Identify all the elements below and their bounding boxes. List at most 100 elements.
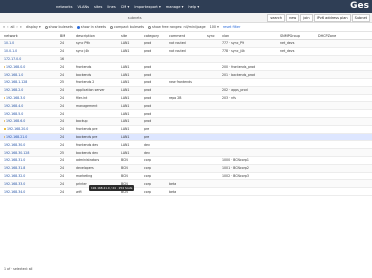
new-button[interactable]: new (286, 13, 300, 22)
table-row[interactable]: 192.168.2.0 24 application server LAN1 prod 2… (0, 86, 372, 95)
network-address[interactable]: 192.168.31.0 (4, 158, 25, 162)
network-address[interactable]: 10.0.1.0 (4, 49, 17, 53)
network-cell[interactable]: 192.168.31.8 (0, 166, 60, 170)
col-vlan[interactable]: vlan (222, 34, 280, 38)
network-cell[interactable]: 172.17.0.0 (0, 57, 60, 61)
network-cell[interactable]: 192.168.20.0 (0, 127, 60, 131)
table-row[interactable]: 192.168.1.128 25 frontends 2 LAN1 prod new fr… (0, 79, 372, 87)
search-button[interactable]: search (267, 13, 286, 22)
network-cell[interactable]: 192.168.2.0 (0, 88, 60, 92)
nav-help[interactable]: help ▾ (188, 5, 199, 9)
network-cell[interactable]: 192.168.4.0 (0, 104, 60, 108)
table-row[interactable]: 192.168.6.0 24 backup LAN1 prod (0, 117, 372, 126)
table-row[interactable]: 10.0.1.0 24 sync j4k LAN1 prod not routed 778 … (0, 48, 372, 56)
network-address[interactable]: 192.168.5.0 (4, 112, 23, 116)
nav-importexport[interactable]: importexport ▾ (134, 5, 160, 9)
network-address[interactable]: 192.168.31.8 (4, 166, 25, 170)
table-row[interactable]: 172.17.0.0 16 (0, 55, 372, 64)
table-row[interactable]: 192.168.1.0 24 backends LAN1 prod 201 · backe… (0, 71, 372, 79)
show-free-ranges-toggle[interactable]: show free ranges: nil/mini/page (148, 25, 206, 29)
col-bm[interactable]: BM (60, 34, 76, 38)
network-cell[interactable]: 192.168.21.0 (0, 135, 60, 139)
col-network[interactable]: network (0, 34, 60, 38)
table-row[interactable]: 192.168.31.8 24 developers BCN corp 1001 · BC… (0, 164, 372, 173)
nav-lines[interactable]: lines (107, 5, 115, 9)
nav-networks[interactable]: networks (56, 5, 72, 9)
nav-manage[interactable]: manage ▾ (166, 5, 184, 9)
table-row[interactable]: 192.168.0.0 24 frontends LAN1 prod 200 · fron… (0, 63, 372, 72)
next-page-button[interactable]: › (16, 25, 17, 29)
network-address[interactable]: 192.168.2.0 (4, 88, 23, 92)
col-snmpgroup[interactable]: SNMPGroup (280, 34, 318, 38)
page-selector[interactable]: all (10, 25, 14, 29)
network-cell[interactable]: 192.168.31.0 (0, 158, 60, 162)
join-button[interactable]: join (300, 13, 313, 22)
network-address[interactable]: 192.168.4.0 (4, 104, 23, 108)
table-row[interactable]: 192.168.4.0 24 management LAN1 prod (0, 102, 372, 111)
table-row[interactable]: 192.168.31.0 24 administrators BCN corp 1000 … (0, 157, 372, 165)
network-cell[interactable]: 10.0.1.0 (0, 49, 60, 53)
subnet-button[interactable]: Subnet (351, 13, 370, 22)
table-row[interactable]: 192.168.34.0 24 wifi BCN corp beta (0, 188, 372, 196)
network-address[interactable]: 192.168.3.0 (6, 96, 25, 100)
col-category[interactable]: category (144, 34, 169, 38)
col-description[interactable]: description (76, 34, 121, 38)
table-row[interactable]: 192.168.30.128 25 backends dev LAN1 dev (0, 149, 372, 157)
nav-sites[interactable]: sites (94, 5, 102, 9)
table-row[interactable]: 192.168.21.0 24 backends pre LAN1 pre (0, 133, 372, 142)
col-sync[interactable]: sync (207, 34, 222, 38)
network-cell[interactable]: 192.168.33.0 (0, 182, 60, 186)
network-address[interactable]: 172.17.0.0 (4, 57, 21, 61)
table-row[interactable]: 192.168.3.0 24 filer-int LAN1 prod repo 2B 203… (0, 95, 372, 103)
col-site[interactable]: site (121, 34, 144, 38)
ipv6-plan-button[interactable]: IPv6 address plan (313, 13, 351, 22)
network-cell[interactable]: 192.168.6.0 (0, 119, 60, 123)
network-cell[interactable]: 192.168.0.0 (0, 65, 60, 69)
network-address[interactable]: 192.168.21.0 (6, 135, 27, 139)
display-dropdown[interactable]: display ▾ (26, 25, 41, 29)
nav-vlans[interactable]: VLANs (77, 5, 89, 9)
table-row[interactable]: 192.168.5.0 24 LAN1 prod (0, 110, 372, 118)
network-address[interactable]: 192.168.20.0 (7, 127, 28, 131)
show-in-sheets-toggle[interactable]: show in sheets (76, 25, 106, 29)
expand-arrow-icon[interactable] (4, 120, 5, 123)
network-cell[interactable]: 192.168.1.0 (0, 73, 60, 77)
first-page-button[interactable]: « (3, 25, 5, 29)
page-size-select[interactable]: 100 ▾ (210, 25, 219, 29)
network-address[interactable]: 192.168.0.0 (6, 65, 25, 69)
last-page-button[interactable]: » (20, 25, 22, 29)
network-address[interactable]: 192.168.33.0 (4, 182, 25, 186)
network-address[interactable]: 192.168.6.0 (6, 119, 25, 123)
table-row[interactable]: 192.168.32.0 24 marketing BCN corp 1002 · BCN… (0, 173, 372, 181)
compact-bulesets-toggle[interactable]: compact bulesets (110, 25, 144, 29)
network-address[interactable]: 192.168.32.0 (4, 174, 25, 178)
network-cell[interactable]: 192.168.5.0 (0, 112, 60, 116)
network-cell[interactable]: 192.168.30.0 (0, 143, 60, 147)
network-cell[interactable]: 192.168.30.128 (0, 151, 60, 155)
network-address[interactable]: 192.168.30.0 (4, 143, 25, 147)
prev-page-button[interactable]: ‹ (7, 25, 8, 29)
network-address[interactable]: 192.168.1.128 (4, 80, 27, 84)
network-address[interactable]: 192.168.34.0 (4, 190, 25, 194)
table-row[interactable]: 192.168.30.0 24 frontends dev LAN1 dev (0, 141, 372, 150)
table-row[interactable]: 10.1.0 24 sync P9k LAN1 prod not routed 777 · … (0, 40, 372, 48)
reset-filter-link[interactable]: reset filter (223, 25, 241, 29)
network-cell[interactable]: 192.168.34.0 (0, 190, 60, 194)
table-row[interactable]: 192.168.20.0 24 frontends pre LAN1 pre (0, 126, 372, 134)
network-address[interactable]: 10.1.0 (4, 41, 14, 45)
network-address[interactable]: 192.168.1.0 (4, 73, 23, 77)
col-comment[interactable]: comment (169, 34, 207, 38)
network-cell[interactable]: 192.168.1.128 (0, 80, 60, 84)
col-dhcpzone[interactable]: DHCPZone (318, 34, 348, 38)
show-bulesets-toggle[interactable]: show bulesets (44, 25, 73, 29)
expand-arrow-icon[interactable] (4, 135, 5, 138)
table-row[interactable]: 192.168.33.0 24 printer BCN corp beta (0, 180, 372, 189)
network-cell[interactable]: 192.168.32.0 (0, 174, 60, 178)
description-cell: sync P9k (76, 41, 91, 46)
expand-arrow-icon[interactable] (4, 65, 5, 68)
network-cell[interactable]: 192.168.3.0 (0, 96, 60, 100)
network-cell[interactable]: 10.1.0 (0, 41, 60, 45)
network-address[interactable]: 192.168.30.128 (4, 151, 29, 155)
expand-arrow-icon[interactable] (4, 96, 5, 99)
nav-cm[interactable]: CM ▾ (121, 5, 130, 9)
